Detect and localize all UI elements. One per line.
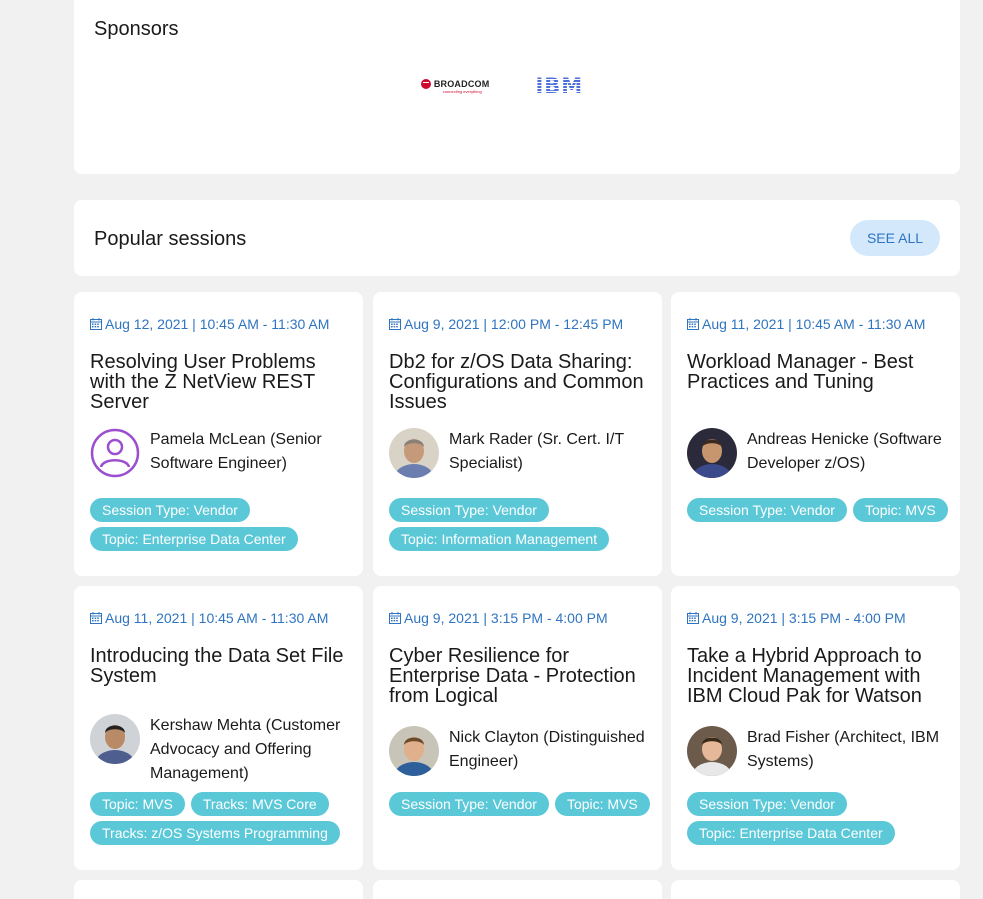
session-card[interactable] [74, 880, 363, 899]
session-speaker[interactable]: Pamela McLean (Senior Software Engineer) [90, 428, 350, 478]
speaker-name: Nick Clayton (Distinguished Engineer) [449, 729, 645, 770]
session-tags: Session Type: Vendor Topic: MVS [687, 498, 950, 522]
session-tag[interactable]: Topic: MVS [852, 498, 948, 522]
session-tag[interactable]: Topic: Information Management [389, 527, 610, 551]
session-speaker[interactable]: Brad Fisher (Architect, IBM Systems) [687, 726, 947, 776]
session-tag[interactable]: Topic: Enterprise Data Center [90, 527, 298, 551]
session-card[interactable] [373, 880, 662, 899]
avatar [687, 428, 737, 478]
popular-sessions-header: Popular sessions SEE ALL [74, 200, 960, 276]
popular-sessions-heading: Popular sessions [94, 228, 247, 250]
session-date: Aug 9, 2021 | 3:15 PM - 4:00 PM [687, 610, 906, 626]
sponsors-panel: Sponsors BROADCOM connecting everything … [74, 0, 960, 174]
session-date: Aug 11, 2021 | 10:45 AM - 11:30 AM [687, 316, 925, 332]
calendar-icon [389, 318, 401, 330]
calendar-icon [389, 612, 401, 624]
session-title[interactable]: Cyber Resilience for Enterprise Data - P… [389, 646, 649, 706]
session-title[interactable]: Workload Manager - Best Practices and Tu… [687, 352, 947, 392]
broadcom-logo[interactable]: BROADCOM connecting everything [420, 78, 490, 94]
session-speaker[interactable]: Nick Clayton (Distinguished Engineer) [389, 726, 649, 776]
session-title[interactable]: Resolving User Problems with the Z NetVi… [90, 352, 350, 412]
avatar [687, 726, 737, 776]
sponsor-logos: BROADCOM connecting everything IBM [74, 74, 960, 98]
session-tag[interactable]: Topic: Enterprise Data Center [687, 821, 895, 845]
session-speaker[interactable]: Andreas Henicke (Software Developer z/OS… [687, 428, 947, 478]
session-tag[interactable]: Session Type: Vendor [687, 498, 847, 522]
session-tag[interactable]: Session Type: Vendor [90, 498, 250, 522]
session-tag[interactable]: Topic: MVS [90, 792, 185, 816]
session-date: Aug 9, 2021 | 12:00 PM - 12:45 PM [389, 316, 623, 332]
session-tag[interactable]: Topic: MVS [554, 792, 650, 816]
speaker-name: Pamela McLean (Senior Software Engineer) [150, 431, 322, 472]
session-tags: Session Type: Vendor Topic: MVS [389, 792, 652, 816]
session-date: Aug 9, 2021 | 3:15 PM - 4:00 PM [389, 610, 608, 626]
session-speaker[interactable]: Mark Rader (Sr. Cert. I/T Specialist) [389, 428, 649, 478]
speaker-name: Mark Rader (Sr. Cert. I/T Specialist) [449, 431, 624, 472]
speaker-name: Kershaw Mehta (Customer Advocacy and Off… [150, 717, 341, 782]
session-card[interactable]: Aug 9, 2021 | 12:00 PM - 12:45 PM Db2 for… [373, 292, 662, 576]
ibm-logo[interactable]: IBM [535, 74, 583, 98]
session-tag[interactable]: Session Type: Vendor [687, 792, 847, 816]
avatar [389, 428, 439, 478]
session-title[interactable]: Take a Hybrid Approach to Incident Manag… [687, 646, 947, 706]
session-title[interactable]: Db2 for z/OS Data Sharing: Configuration… [389, 352, 649, 412]
session-card[interactable]: Aug 9, 2021 | 3:15 PM - 4:00 PM Cyber Res… [373, 586, 662, 870]
session-tag[interactable]: Session Type: Vendor [389, 792, 549, 816]
session-date: Aug 12, 2021 | 10:45 AM - 11:30 AM [90, 316, 329, 332]
session-tags: Topic: MVS Tracks: MVS Core Tracks: z/OS S… [90, 792, 353, 845]
speaker-name: Brad Fisher (Architect, IBM Systems) [747, 729, 940, 770]
avatar [389, 726, 439, 776]
session-tag[interactable]: Tracks: z/OS Systems Programming [90, 821, 340, 845]
session-tag[interactable]: Tracks: MVS Core [190, 792, 329, 816]
session-tags: Session Type: Vendor Topic: Enterprise Da… [687, 792, 950, 845]
calendar-icon [90, 612, 102, 624]
session-tags: Session Type: Vendor Topic: Enterprise Da… [90, 498, 353, 551]
session-tag[interactable]: Session Type: Vendor [389, 498, 549, 522]
session-card[interactable]: Aug 11, 2021 | 10:45 AM - 11:30 AM Worklo… [671, 292, 960, 576]
session-card[interactable]: Aug 11, 2021 | 10:45 AM - 11:30 AM Introd… [74, 586, 363, 870]
calendar-icon [90, 318, 102, 330]
session-date: Aug 11, 2021 | 10:45 AM - 11:30 AM [90, 610, 328, 626]
calendar-icon [687, 612, 699, 624]
session-card[interactable]: Aug 9, 2021 | 3:15 PM - 4:00 PM Take a Hy… [671, 586, 960, 870]
speaker-name: Andreas Henicke (Software Developer z/OS… [747, 431, 942, 472]
session-card[interactable]: Aug 12, 2021 | 10:45 AM - 11:30 AM Resolv… [74, 292, 363, 576]
avatar [90, 714, 140, 764]
session-tags: Session Type: Vendor Topic: Information M… [389, 498, 652, 551]
user-placeholder-icon [90, 428, 140, 478]
calendar-icon [687, 318, 699, 330]
broadcom-mark-icon [420, 78, 431, 89]
session-card[interactable] [671, 880, 960, 899]
session-title[interactable]: Introducing the Data Set File System [90, 646, 350, 686]
session-speaker[interactable]: Kershaw Mehta (Customer Advocacy and Off… [90, 714, 350, 786]
sponsors-heading: Sponsors [94, 18, 179, 40]
see-all-button[interactable]: SEE ALL [850, 220, 940, 256]
